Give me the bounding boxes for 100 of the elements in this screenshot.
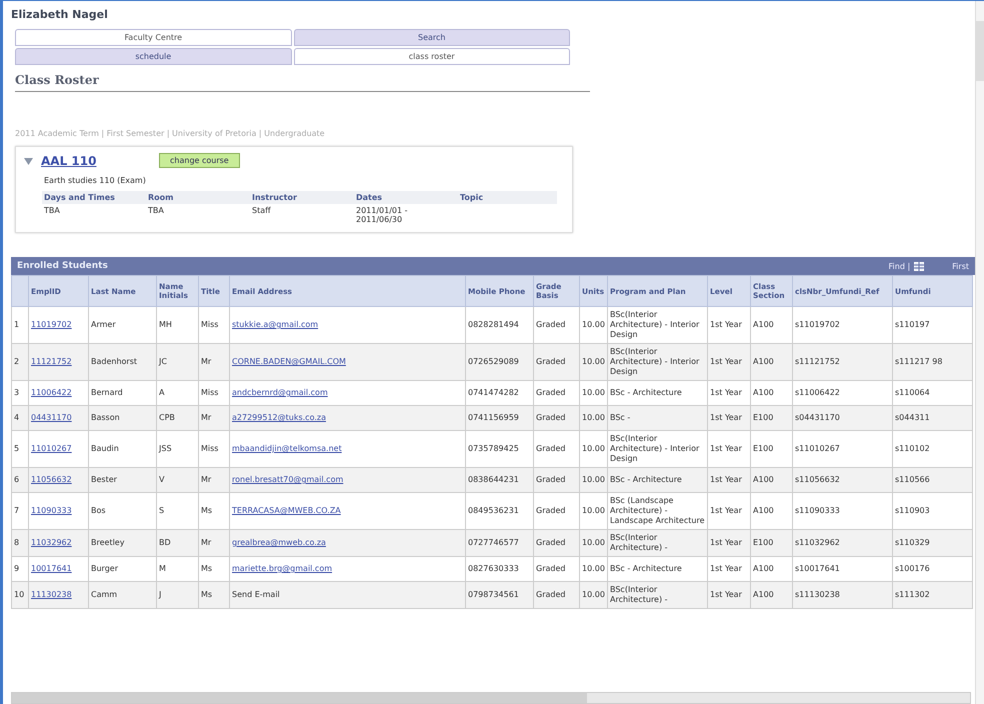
email-cell: Send E-mail [232, 590, 280, 599]
section-cell: E100 [753, 444, 774, 453]
initials-cell: M [159, 564, 166, 573]
level-cell: 1st Year [710, 475, 742, 484]
change-course-button[interactable]: change course [159, 153, 240, 168]
emplid-link[interactable]: 11010267 [31, 444, 72, 453]
initials-cell: JSS [159, 444, 172, 453]
units-cell: 10.00 [582, 564, 605, 573]
first-link[interactable]: First [952, 262, 969, 270]
email-link[interactable]: CORNE.BADEN@GMAIL.COM [232, 357, 346, 366]
email-link[interactable]: ronel.bresatt70@gmail.com [232, 475, 344, 484]
collapse-icon[interactable] [24, 158, 33, 165]
reference-cell: s11019702 [795, 320, 840, 329]
column-header: Dates [354, 191, 458, 204]
table-cell: TBA [44, 206, 60, 215]
grid-icon[interactable] [914, 262, 924, 270]
umfundi-cell: s110566 [895, 475, 930, 484]
row-number: 1 [14, 320, 20, 329]
level-cell: 1st Year [710, 388, 742, 397]
email-link[interactable]: mariette.brg@gmail.com [232, 564, 332, 573]
reference-cell: s11032962 [795, 538, 840, 547]
table-cell: TBA [148, 206, 164, 215]
grade-basis-cell: Graded [536, 538, 566, 547]
page-title: Class Roster [15, 73, 590, 92]
phone-cell: 0828281494 [468, 320, 519, 329]
section-cell: A100 [753, 320, 774, 329]
emplid-link[interactable]: 11019702 [31, 320, 72, 329]
reference-cell: s11121752 [795, 357, 840, 366]
breadcrumb: 2011 Academic Term | First Semester | University of Pretoria | Undergraduate [15, 129, 326, 138]
umfundi-cell: s110197 [895, 320, 930, 329]
program-cell: BSc(Interior Architecture) - Interior Design [610, 434, 700, 463]
umfundi-cell: s044311 [895, 413, 930, 422]
level-cell: 1st Year [710, 506, 742, 515]
grade-basis-cell: Graded [536, 444, 566, 453]
phone-cell: 0827630333 [468, 564, 519, 573]
grade-basis-cell: Graded [536, 564, 566, 573]
last-name-cell: Camm [91, 590, 118, 599]
row-number: 3 [14, 388, 20, 397]
email-link[interactable]: TERRACASA@MWEB.CO.ZA [232, 506, 341, 515]
umfundi-cell: s110329 [895, 538, 930, 547]
row-number: 5 [14, 444, 20, 453]
vertical-scrollbar[interactable] [975, 1, 984, 704]
initials-cell: MH [159, 320, 172, 329]
units-cell: 10.00 [582, 506, 605, 515]
phone-cell: 0727746577 [468, 538, 519, 547]
initials-cell: CPB [159, 413, 175, 422]
row-number: 8 [14, 538, 20, 547]
tab[interactable]: class roster [294, 48, 570, 65]
user-name: Elizabeth Nagel [11, 8, 109, 21]
column-header: Days and Times [42, 191, 146, 204]
initials-cell: S [159, 506, 164, 515]
emplid-link[interactable]: 11090333 [31, 506, 72, 515]
phone-cell: 0741156959 [468, 413, 519, 422]
reference-cell: s11090333 [795, 506, 840, 515]
title-cell: Ms [201, 590, 212, 599]
section-cell: A100 [753, 506, 774, 515]
level-cell: 1st Year [710, 444, 742, 453]
row-number: 2 [14, 357, 20, 366]
row-number: 6 [14, 475, 20, 484]
units-cell: 10.00 [582, 590, 605, 599]
level-cell: 1st Year [710, 413, 742, 422]
table-cell-text: 2011/01/01 - 2011/06/30 [356, 206, 409, 224]
emplid-link[interactable]: 11121752 [31, 357, 72, 366]
reference-cell: s11130238 [795, 590, 840, 599]
email-link[interactable]: grealbrea@mweb.co.za [232, 538, 326, 547]
grade-basis-cell: Graded [536, 388, 566, 397]
level-cell: 1st Year [710, 590, 742, 599]
email-link[interactable]: mbaandidjin@telkomsa.net [232, 444, 342, 453]
find-link[interactable]: Find | [888, 262, 910, 270]
initials-cell: J [159, 590, 162, 599]
email-link[interactable]: stukkie.a@gmail.com [232, 320, 318, 329]
table-cell: Staff [252, 206, 271, 215]
column-header: Room [146, 191, 250, 204]
units-cell: 10.00 [582, 444, 605, 453]
umfundi-cell: s111302 [895, 590, 930, 599]
tab[interactable]: schedule [15, 48, 292, 65]
reference-cell: s04431170 [795, 413, 840, 422]
umfundi-cell: s100176 [895, 564, 930, 573]
phone-cell: 0849536231 [468, 506, 519, 515]
title-cell: Ms [201, 564, 212, 573]
row-number: 7 [14, 506, 20, 515]
section-cell: A100 [753, 357, 774, 366]
last-name-cell: Armer [91, 320, 116, 329]
tab[interactable]: Faculty Centre [15, 29, 292, 46]
level-cell: 1st Year [710, 320, 742, 329]
umfundi-cell: s110102 [895, 444, 930, 453]
tab[interactable]: Search [294, 29, 570, 46]
title-cell: Mr [201, 475, 212, 484]
program-cell: BSc - Architecture [610, 388, 682, 397]
initials-cell: V [159, 475, 164, 484]
grade-basis-cell: Graded [536, 506, 566, 515]
units-cell: 10.00 [582, 538, 605, 547]
program-cell: BSc (Landscape Architecture) - Landscape Architecture [610, 496, 704, 525]
email-link[interactable]: andcbernrd@gmail.com [232, 388, 328, 397]
grade-basis-cell: Graded [536, 413, 566, 422]
course-link[interactable]: AAL 110 [41, 154, 151, 168]
email-link[interactable]: a27299512@tuks.co.za [232, 413, 326, 422]
section-cell: A100 [753, 475, 774, 484]
horizontal-scrollbar[interactable] [11, 692, 971, 704]
program-cell: BSc(Interior Architecture) - [610, 533, 668, 552]
